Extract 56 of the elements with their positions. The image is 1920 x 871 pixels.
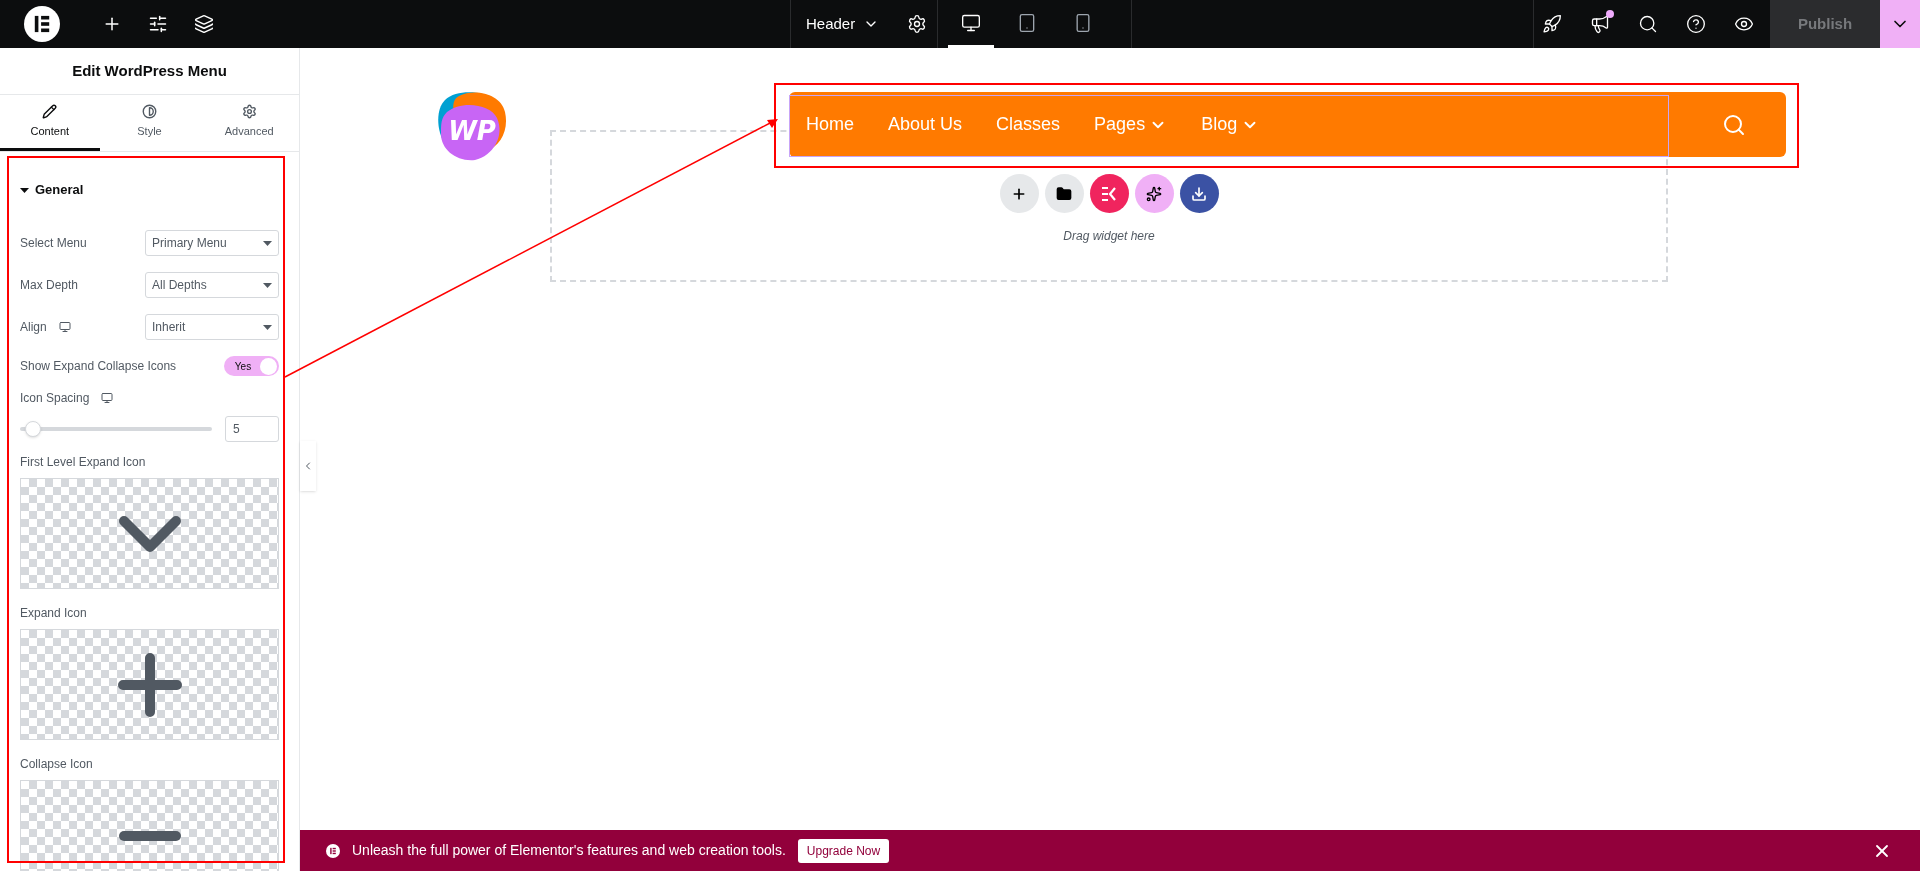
layers-icon[interactable] bbox=[194, 14, 214, 34]
elementor-logo bbox=[326, 843, 340, 858]
settings-sliders-icon[interactable] bbox=[148, 14, 168, 34]
dropdown-caret-icon bbox=[263, 282, 272, 288]
select-field[interactable]: Inherit bbox=[145, 314, 279, 340]
icon-preview[interactable] bbox=[20, 629, 279, 740]
search-icon[interactable] bbox=[1638, 14, 1658, 34]
help-icon[interactable] bbox=[1686, 14, 1706, 34]
panel-tab[interactable]: Style bbox=[99, 95, 200, 151]
icon-preview[interactable] bbox=[20, 780, 279, 871]
tablet-icon bbox=[1017, 12, 1037, 33]
rocket-icon[interactable] bbox=[1542, 14, 1562, 34]
toggle-switch[interactable]: Yes bbox=[224, 356, 279, 376]
number-field[interactable]: 5 bbox=[225, 416, 279, 442]
drop-hint: Drag widget here bbox=[1063, 228, 1155, 245]
upgrade-button[interactable]: Upgrade Now bbox=[797, 838, 890, 863]
add-icon[interactable] bbox=[999, 174, 1039, 213]
control-label: First Level Expand Icon bbox=[20, 454, 146, 471]
elementor-logo bbox=[24, 6, 60, 42]
icon-preview[interactable] bbox=[20, 478, 279, 589]
chevron-down-icon bbox=[117, 514, 182, 553]
select-field[interactable]: All Depths bbox=[145, 272, 279, 298]
desktop-icon bbox=[961, 12, 981, 33]
dropdown-caret-icon bbox=[263, 324, 272, 330]
control-label: Icon Spacing bbox=[20, 390, 90, 407]
settings-icon[interactable] bbox=[907, 14, 928, 34]
sparkles-icon[interactable] bbox=[1134, 174, 1174, 213]
control-label: Collapse Icon bbox=[20, 756, 93, 773]
control-label: Align bbox=[20, 319, 47, 336]
control-label: Show Expand Collapse Icons bbox=[20, 358, 177, 375]
download-icon[interactable] bbox=[1179, 174, 1219, 213]
select-field[interactable]: Primary Menu bbox=[145, 230, 279, 256]
panel-title: Edit WordPress Menu bbox=[72, 60, 227, 81]
gear-icon bbox=[241, 103, 257, 119]
slider-thumb[interactable] bbox=[25, 421, 42, 437]
plus-icon bbox=[117, 652, 182, 717]
folder-icon[interactable] bbox=[1044, 174, 1084, 213]
minus-icon bbox=[117, 829, 182, 842]
banner-text: Unleash the full power of Elementor's features and web creation tools. bbox=[352, 841, 786, 860]
document-dropdown[interactable]: Header bbox=[806, 12, 880, 36]
pencil-icon bbox=[42, 103, 58, 119]
slider-track[interactable] bbox=[20, 420, 212, 438]
half-circle-icon bbox=[142, 103, 157, 119]
panel-tab[interactable]: Content bbox=[0, 95, 100, 151]
panel-tab[interactable]: Advanced bbox=[199, 95, 299, 151]
control-label: Expand Icon bbox=[20, 605, 87, 622]
collapse-panel-handle[interactable] bbox=[300, 441, 316, 491]
responsive-icon[interactable] bbox=[58, 321, 71, 333]
control-label: Max Depth bbox=[20, 277, 79, 294]
control-label: Select Menu bbox=[20, 235, 87, 252]
responsive-icon[interactable] bbox=[101, 392, 114, 404]
wp-logo: WP bbox=[435, 90, 509, 162]
kit-icon[interactable] bbox=[1089, 174, 1129, 213]
section-header[interactable]: General bbox=[20, 170, 279, 210]
caret-icon bbox=[20, 187, 29, 193]
dropdown-caret-icon bbox=[263, 240, 272, 246]
